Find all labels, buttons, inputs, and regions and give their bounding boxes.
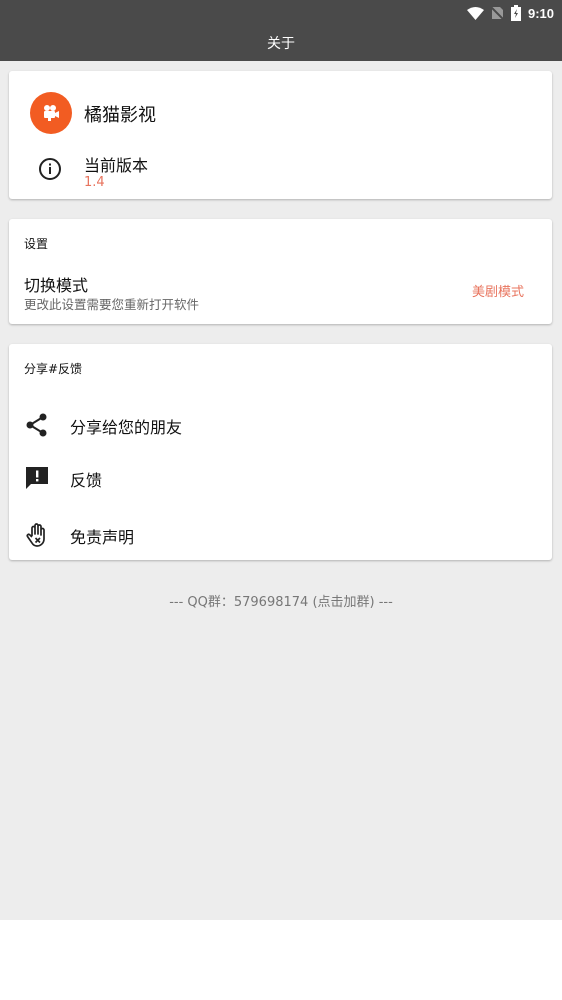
app-bar: 9:10 关于: [0, 0, 562, 61]
disclaimer-item[interactable]: 免责声明: [9, 510, 552, 558]
switch-mode-description: 更改此设置需要您重新打开软件: [24, 297, 200, 312]
app-name: 橘猫影视: [84, 105, 156, 126]
app-info-card: 橘猫影视 当前版本 1.4: [9, 71, 552, 199]
share-feedback-card: 分享#反馈 分享给您的朋友 反馈 免责声明: [9, 344, 552, 560]
settings-card: 设置 切换模式 更改此设置需要您重新打开软件 美剧模式: [9, 219, 552, 324]
share-feedback-section-title: 分享#反馈: [24, 362, 83, 376]
feedback-label: 反馈: [70, 471, 103, 490]
status-time: 9:10: [527, 5, 554, 21]
version-value: 1.4: [84, 175, 105, 190]
wifi-icon: [466, 6, 484, 20]
battery-charging-icon: [510, 5, 521, 21]
disclaimer-label: 免责声明: [70, 528, 135, 547]
disclaimer-hand-icon: [26, 523, 45, 547]
share-to-friends-item[interactable]: 分享给您的朋友: [9, 400, 552, 448]
settings-section-title: 设置: [24, 237, 49, 251]
no-sim-icon: [490, 6, 504, 20]
version-label: 当前版本: [84, 156, 149, 175]
switch-mode-value: 美剧模式: [471, 285, 524, 300]
share-to-friends-label: 分享给您的朋友: [70, 418, 183, 437]
switch-mode-title: 切换模式: [24, 276, 89, 295]
feedback-item[interactable]: 反馈: [9, 453, 552, 501]
qq-group-link[interactable]: --- QQ群：579698174 (点击加群) ---: [0, 591, 562, 610]
switch-mode-setting[interactable]: 切换模式 更改此设置需要您重新打开软件 美剧模式: [9, 259, 552, 319]
info-icon: [39, 158, 61, 180]
status-bar: 9:10: [466, 4, 554, 22]
video-camera-icon: [30, 92, 72, 134]
page-title: 关于: [267, 36, 295, 52]
about-screen: 9:10 关于 橘猫影视 当前版本 1.4 设置 切换模式 更改此设置需要您重新…: [0, 0, 562, 920]
share-icon: [26, 413, 47, 437]
feedback-icon: [26, 467, 48, 489]
